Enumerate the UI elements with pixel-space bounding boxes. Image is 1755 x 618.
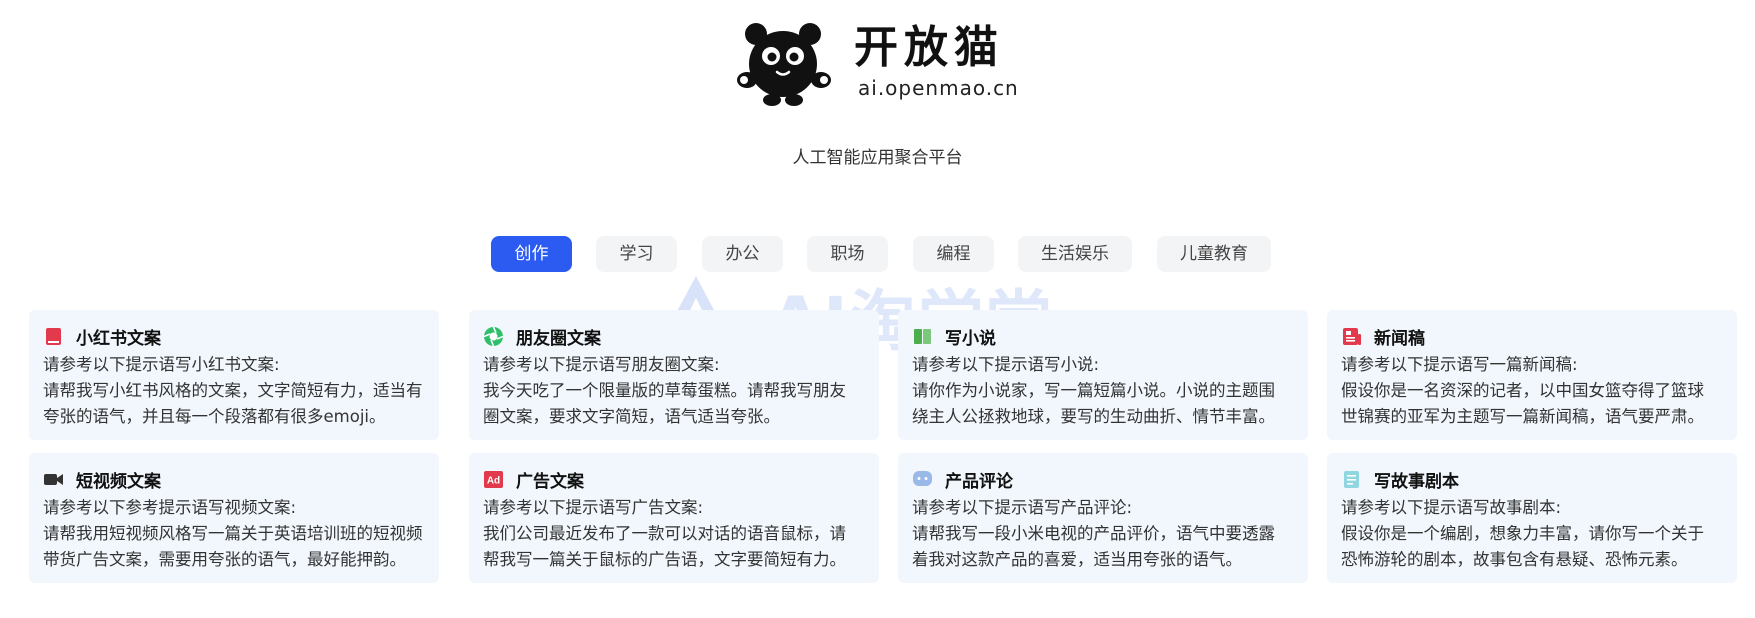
card-title: 写故事剧本 (1374, 471, 1459, 492)
card-line: 请帮我用短视频风格写一篇关于英语培训班的短视频 (43, 524, 423, 543)
card-intro: 请参考以下提示语写故事剧本: (1341, 498, 1562, 517)
card-intro: 请参考以下提示语写广告文案: (483, 498, 704, 517)
tab-creation[interactable]: 创作 (491, 236, 572, 272)
tab-office[interactable]: 办公 (702, 236, 783, 272)
card-line: 帮我写一篇关于鼠标的广告语，文字要简短有力。 (483, 550, 846, 569)
card-line: 假设你是一名资深的记者，以中国女篮夺得了篮球 (1341, 381, 1704, 400)
card-line: 假设你是一个编剧，想象力丰富，请你写一个关于 (1341, 524, 1704, 543)
card-description: 请参考以下提示语写广告文案: 我们公司最近发布了一款可以对话的语音鼠标，请 帮我… (483, 495, 865, 573)
card-title: 小红书文案 (76, 328, 161, 349)
card-intro: 请参考以下提示语写小红书文案: (43, 355, 280, 374)
card-intro: 请参考以下参考提示语写视频文案: (43, 498, 297, 517)
card-description: 请参考以下提示语写一篇新闻稿: 假设你是一名资深的记者，以中国女篮夺得了篮球 世… (1341, 352, 1723, 430)
tab-workplace[interactable]: 职场 (807, 236, 888, 272)
card-line: 圈文案，要求文字简短，语气适当夸张。 (483, 407, 780, 426)
logo[interactable]: 开放猫 ai.openmao.cn (736, 20, 1026, 110)
card-intro: 请参考以下提示语写产品评论: (912, 498, 1133, 517)
card-short-video[interactable]: 短视频文案 请参考以下参考提示语写视频文案: 请帮我用短视频风格写一篇关于英语培… (29, 453, 439, 583)
card-line: 我今天吃了一个限量版的草莓蛋糕。请帮我写朋友 (483, 381, 846, 400)
brand-name: 开放猫 (854, 22, 1004, 73)
card-description: 请参考以下提示语写朋友圈文案: 我今天吃了一个限量版的草莓蛋糕。请帮我写朋友 圈… (483, 352, 865, 430)
card-title: 短视频文案 (76, 471, 161, 492)
card-novel[interactable]: 写小说 请参考以下提示语写小说: 请你作为小说家，写一篇短篇小说。小说的主题围 … (898, 310, 1308, 440)
card-story-script[interactable]: 写故事剧本 请参考以下提示语写故事剧本: 假设你是一个编剧，想象力丰富，请你写一… (1327, 453, 1737, 583)
card-line: 世锦赛的亚军为主题写一篇新闻稿，语气要严肃。 (1341, 407, 1704, 426)
card-description: 请参考以下提示语写小说: 请你作为小说家，写一篇短篇小说。小说的主题围 绕主人公… (912, 352, 1294, 430)
page: 开放猫 ai.openmao.cn 人工智能应用聚合平台 AI淘学堂 创作 学习… (0, 0, 1755, 618)
ad-icon: Ad (484, 470, 503, 488)
svg-text:Ad: Ad (487, 475, 500, 486)
brand-domain: ai.openmao.cn (858, 76, 1019, 100)
card-line: 请你作为小说家，写一篇短篇小说。小说的主题围 (912, 381, 1275, 400)
card-line: 带货广告文案，需要用夸张的语气，最好能押韵。 (43, 550, 406, 569)
card-title: 广告文案 (516, 471, 584, 492)
tab-study[interactable]: 学习 (596, 236, 677, 272)
newspaper-icon (1343, 327, 1361, 345)
notebook-icon (46, 327, 61, 345)
card-intro: 请参考以下提示语写小说: (912, 355, 1100, 374)
tab-kids-education[interactable]: 儿童教育 (1157, 236, 1271, 272)
card-press-release[interactable]: 新闻稿 请参考以下提示语写一篇新闻稿: 假设你是一名资深的记者，以中国女篮夺得了… (1327, 310, 1737, 440)
card-description: 请参考以下提示语写产品评论: 请帮我写一段小米电视的产品评价，语气中要透露 着我… (912, 495, 1294, 573)
card-title: 朋友圈文案 (516, 328, 601, 349)
card-description: 请参考以下提示语写小红书文案: 请帮我写小红书风格的文案，文字简短有力，适当有 … (43, 352, 425, 430)
card-title: 写小说 (945, 328, 996, 349)
card-line: 请帮我写小红书风格的文案，文字简短有力，适当有 (43, 381, 423, 400)
card-xiaohongshu[interactable]: 小红书文案 请参考以下提示语写小红书文案: 请帮我写小红书风格的文案，文字简短有… (29, 310, 439, 440)
card-product-review[interactable]: 产品评论 请参考以下提示语写产品评论: 请帮我写一段小米电视的产品评价，语气中要… (898, 453, 1308, 583)
moments-icon (483, 326, 504, 346)
card-description: 请参考以下参考提示语写视频文案: 请帮我用短视频风格写一篇关于英语培训班的短视频… (43, 495, 425, 573)
card-advertising[interactable]: Ad 广告文案 请参考以下提示语写广告文案: 我们公司最近发布了一款可以对话的语… (469, 453, 879, 583)
card-line: 我们公司最近发布了一款可以对话的语音鼠标，请 (483, 524, 846, 543)
card-line: 夸张的语气，并且每一个段落都有很多emoji。 (43, 407, 386, 426)
card-line: 恐怖游轮的剧本，故事包含有悬疑、恐怖元素。 (1341, 550, 1688, 569)
card-intro: 请参考以下提示语写朋友圈文案: (483, 355, 720, 374)
card-intro: 请参考以下提示语写一篇新闻稿: (1341, 355, 1578, 374)
card-line: 绕主人公拯救地球，要写的生动曲折、情节丰富。 (912, 407, 1275, 426)
book-icon (914, 328, 931, 344)
card-title: 新闻稿 (1374, 328, 1425, 349)
card-title: 产品评论 (945, 471, 1013, 492)
card-moments[interactable]: 朋友圈文案 请参考以下提示语写朋友圈文案: 我今天吃了一个限量版的草莓蛋糕。请帮… (469, 310, 879, 440)
card-line: 请帮我写一段小米电视的产品评价，语气中要透露 (912, 524, 1275, 543)
video-camera-icon (44, 473, 63, 485)
panda-cat-logo-icon (737, 23, 831, 106)
tab-life-entertainment[interactable]: 生活娱乐 (1018, 236, 1132, 272)
card-line: 着我对这款产品的喜爱，适当用夸张的语气。 (912, 550, 1242, 569)
script-icon (1344, 470, 1359, 488)
tagline: 人工智能应用聚合平台 (792, 148, 963, 168)
chat-bubble-icon (913, 470, 932, 486)
card-description: 请参考以下提示语写故事剧本: 假设你是一个编剧，想象力丰富，请你写一个关于 恐怖… (1341, 495, 1723, 573)
tab-programming[interactable]: 编程 (913, 236, 994, 272)
